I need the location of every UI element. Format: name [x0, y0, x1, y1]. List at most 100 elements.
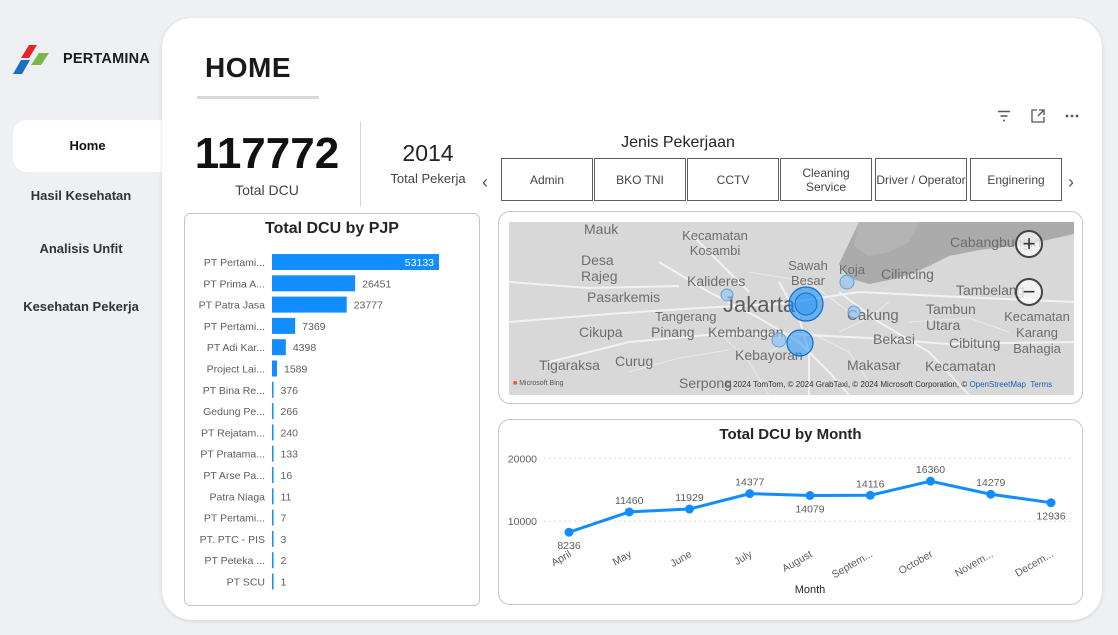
- kpi-total-pekerja-label: Total Pekerja: [390, 171, 466, 186]
- bar: [272, 403, 274, 420]
- x-tick-label: June: [668, 548, 694, 570]
- point-data-label: 14079: [795, 504, 824, 516]
- bar: [272, 488, 274, 505]
- y-tick-label: 20000: [508, 453, 537, 465]
- slicer-title: Jenis Pekerjaan: [621, 134, 735, 151]
- map-canvas[interactable]: Mauk Kecamatan Kosambi Desa Rajeg Kalide…: [509, 222, 1074, 395]
- y-tick-label: 10000: [508, 516, 537, 528]
- chart-total-dcu-by-pjp: PT Pertami... 53133 PT Prima A... 26451 PT P…: [184, 213, 480, 606]
- bar-data-label: 7: [281, 513, 287, 525]
- kpi-divider: [360, 122, 361, 206]
- slicer-tile-enginering[interactable]: Enginering: [970, 158, 1062, 201]
- bar-category-label: PT Rejatam...: [201, 427, 265, 439]
- x-tick-label: August: [780, 548, 814, 575]
- map-zoom-in-button[interactable]: +: [1015, 230, 1043, 258]
- nav-item-kesehatan-pekerja[interactable]: Kesehatan Pekerja: [0, 299, 162, 314]
- bar-category-label: PT Patra Jasa: [199, 300, 265, 312]
- bar-data-label: 16: [281, 470, 293, 482]
- bar: [272, 445, 274, 462]
- data-point: [564, 527, 574, 537]
- slicer-next-chevron-icon[interactable]: ›: [1068, 172, 1074, 193]
- x-tick-label: Novem...: [953, 548, 995, 579]
- map-terms-link[interactable]: Terms: [1030, 380, 1052, 389]
- bar: [272, 552, 274, 569]
- bar: [272, 530, 274, 547]
- bar-category-label: PT Pertami...: [204, 513, 265, 525]
- bar: [272, 275, 356, 292]
- slicer-tile-driver-operator[interactable]: Driver / Operator: [875, 158, 967, 201]
- visual-toolbar: [996, 108, 1080, 124]
- bar-data-label: 3: [281, 534, 287, 546]
- kpi-total-pekerja-value: 2014: [402, 140, 454, 166]
- data-point: [745, 489, 755, 499]
- point-data-label: 14279: [976, 477, 1005, 489]
- data-point: [624, 507, 634, 517]
- filter-icon[interactable]: [996, 108, 1012, 124]
- bar-data-label: 53133: [405, 257, 434, 269]
- map-bubbles: [720, 274, 861, 357]
- bar-category-label: Gedung Pe...: [203, 406, 265, 418]
- bar: [272, 296, 347, 313]
- point-data-label: 14116: [856, 478, 885, 490]
- data-point: [1046, 498, 1056, 508]
- bar-data-label: 1589: [284, 364, 308, 376]
- bar-data-label: 2: [281, 555, 287, 567]
- nav-item-hasil-kesehatan[interactable]: Hasil Kesehatan: [0, 188, 162, 203]
- bar-category-label: PT Pratama...: [200, 449, 265, 461]
- map-credits: © 2024 TomTom, © 2024 GrabTaxi, © 2024 M…: [725, 380, 1053, 389]
- slicer-tile-bko-tni[interactable]: BKO TNI: [594, 158, 686, 201]
- bar: [272, 339, 286, 356]
- point-data-label: 11460: [615, 495, 644, 507]
- data-point: [986, 489, 996, 499]
- bar-category-label: PT SCU: [227, 577, 265, 589]
- point-data-label: 12936: [1036, 511, 1065, 523]
- kpi-total-dcu-label: Total DCU: [235, 182, 299, 198]
- map-credits-link[interactable]: OpenStreetMap: [969, 380, 1025, 389]
- bar-data-label: 266: [281, 406, 299, 418]
- bar-category-label: PT Adi Kar...: [207, 342, 265, 354]
- slicer-tile-admin[interactable]: Admin: [501, 158, 593, 201]
- bar-category-label: PT Peteka ...: [204, 555, 265, 567]
- bar: [272, 573, 274, 590]
- kpi-total-dcu: 117772 Total DCU: [184, 129, 350, 199]
- kpi-total-pekerja: 2014 Total Pekerja: [376, 139, 480, 186]
- map-visual: Mauk Kecamatan Kosambi Desa Rajeg Kalide…: [498, 211, 1083, 404]
- bar-data-label: 23777: [354, 300, 383, 312]
- bar-category-label: PT. PTC - PIS: [200, 534, 265, 546]
- bar-category-label: PT Bina Re...: [203, 385, 265, 397]
- bar-data-label: 376: [281, 385, 299, 397]
- x-axis-title: Month: [795, 584, 826, 596]
- nav-item-home[interactable]: Home: [13, 120, 162, 172]
- bar-data-label: 1: [281, 577, 287, 589]
- point-data-label: 14377: [735, 477, 764, 489]
- kpi-total-dcu-value: 117772: [194, 129, 340, 178]
- nav-item-analisis-unfit[interactable]: Analisis Unfit: [0, 241, 162, 256]
- bar: [272, 509, 274, 526]
- x-tick-label: October: [897, 548, 936, 577]
- slicer-tile-cleaning-service[interactable]: Cleaning Service: [780, 158, 872, 201]
- bar-data-label: 26451: [362, 278, 391, 290]
- x-tick-label: Decem...: [1013, 548, 1055, 579]
- month-chart-title: Total DCU by Month: [719, 426, 862, 443]
- bar-category-label: Patra Niaga: [210, 491, 266, 503]
- bar-category-label: PT Pertami...: [204, 257, 265, 269]
- x-tick-label: May: [611, 548, 635, 569]
- slicer-tile-cctv[interactable]: CCTV: [687, 158, 779, 201]
- bar-data-label: 133: [281, 449, 299, 461]
- bing-logo: ■ Microsoft Bing: [513, 380, 564, 387]
- focus-mode-icon[interactable]: [1030, 108, 1046, 124]
- bar: [272, 317, 296, 334]
- bar: [272, 467, 274, 483]
- title-underline: [197, 96, 319, 99]
- map-zoom-out-button[interactable]: −: [1015, 278, 1043, 306]
- bar-data-label: 4398: [293, 342, 317, 354]
- pertamina-logo: PERTAMINA: [13, 43, 150, 75]
- more-options-icon[interactable]: [1064, 108, 1080, 124]
- slicer-prev-chevron-icon[interactable]: ‹: [482, 172, 488, 193]
- bar-data-label: 240: [281, 427, 299, 439]
- bar-data-label: 7369: [302, 321, 326, 333]
- main-panel: HOME 117772 Total DCU 2014 Total Pekerja…: [162, 18, 1102, 620]
- data-point: [926, 476, 935, 486]
- bar-data-label: 11: [281, 491, 292, 503]
- pjp-chart-title: Total DCU by PJP: [265, 220, 399, 237]
